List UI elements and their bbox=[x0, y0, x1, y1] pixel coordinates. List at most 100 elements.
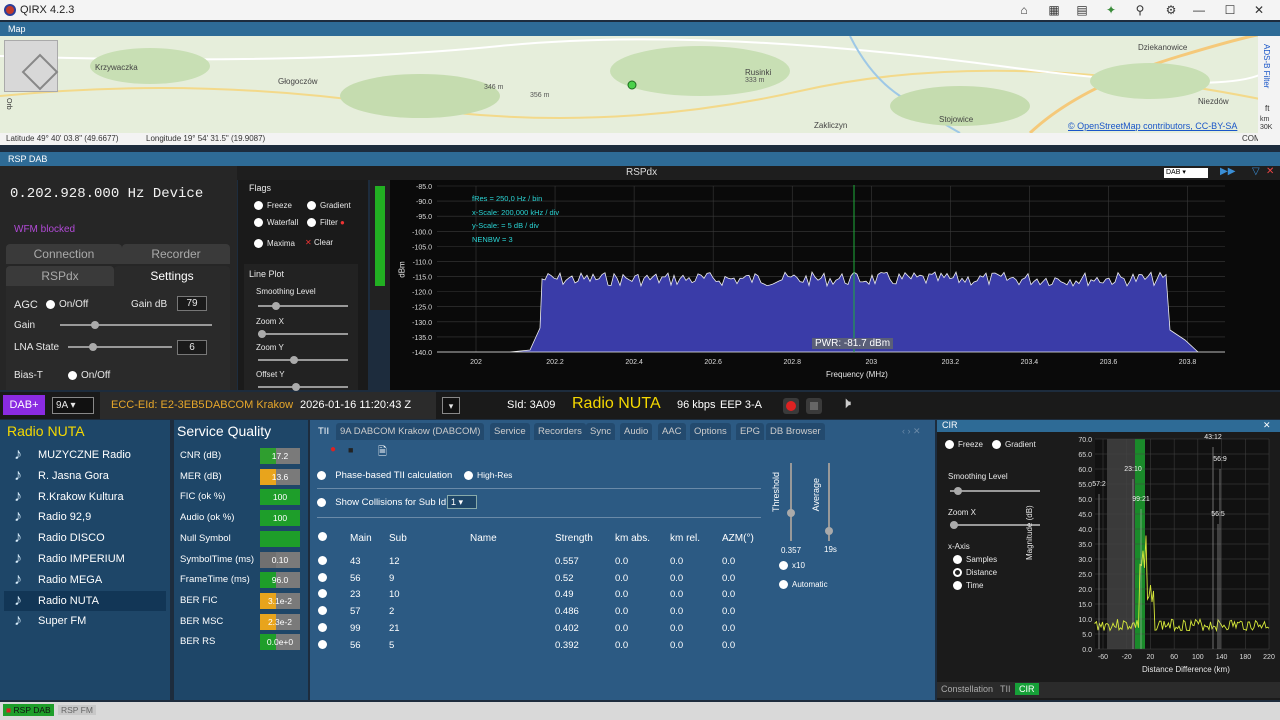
gradient-toggle[interactable]: Gradient bbox=[307, 201, 351, 211]
spectrum-plot[interactable]: -85.0 -90.0 -95.0 -100.0 -105.0 -110.0 -115.0 -… bbox=[390, 180, 1280, 390]
freeze-toggle[interactable]: Freeze bbox=[254, 201, 292, 211]
dab-mode-badge[interactable]: DAB+ bbox=[3, 395, 45, 415]
channel-select[interactable]: 9A ▾ bbox=[52, 397, 94, 414]
tii-tab[interactable]: Sync bbox=[586, 423, 616, 440]
service-list-item[interactable]: ♪ Radio 92,9 bbox=[4, 507, 166, 527]
cir-smoothing-slider[interactable] bbox=[950, 487, 1040, 495]
offsety-slider[interactable] bbox=[258, 383, 348, 391]
tab-settings[interactable]: Settings bbox=[114, 266, 230, 286]
highres-toggle[interactable]: High-Res bbox=[464, 470, 512, 481]
threshold-slider[interactable] bbox=[787, 463, 795, 541]
waterfall-toggle[interactable]: Waterfall bbox=[254, 218, 298, 228]
zoomy-slider[interactable] bbox=[258, 356, 348, 364]
service-list-item[interactable]: ♪ R. Jasna Gora bbox=[4, 466, 166, 486]
tii-tab[interactable]: Audio bbox=[620, 423, 653, 440]
map-view[interactable]: Krzywaczka Głogoczów Rusinki Dziekanowic… bbox=[0, 36, 1270, 133]
biast-toggle[interactable]: On/Off bbox=[68, 370, 110, 381]
close-spectrum-icon[interactable]: ✕ bbox=[1266, 166, 1274, 177]
slider-knob[interactable] bbox=[954, 487, 962, 495]
smoothing-slider[interactable] bbox=[258, 302, 348, 310]
tii-tab[interactable]: Recorders bbox=[534, 423, 586, 440]
service-list-item[interactable]: ♪ Radio NUTA bbox=[4, 590, 166, 611]
tii-column-header[interactable]: Sub bbox=[389, 533, 407, 544]
clear-button[interactable]: ✕ Clear bbox=[305, 238, 333, 247]
map-attribution[interactable]: © OpenStreetMap contributors, CC-BY-SA bbox=[1068, 121, 1237, 131]
cir-close-icon[interactable]: ✕ bbox=[1263, 420, 1271, 431]
zoomx-slider[interactable] bbox=[258, 330, 348, 338]
tii-row-check[interactable] bbox=[318, 572, 327, 582]
service-list-item[interactable]: ♪ Super FM bbox=[4, 611, 166, 631]
adsb-filter-panel[interactable]: ADS-B Filter ft km 30K bbox=[1258, 36, 1280, 145]
tii-tab[interactable]: Service bbox=[490, 423, 530, 440]
gain-slider[interactable] bbox=[60, 321, 212, 329]
tii-column-header[interactable]: Strength bbox=[555, 533, 593, 544]
collisions-toggle[interactable]: Show Collisions for Sub Id bbox=[317, 497, 446, 508]
tab-tii[interactable]: TII bbox=[1000, 684, 1011, 694]
tii-row-check[interactable] bbox=[318, 622, 327, 632]
tii-row-check[interactable] bbox=[318, 556, 327, 565]
service-list-item[interactable]: ♪ Radio MEGA bbox=[4, 570, 166, 590]
lna-input[interactable]: 6 bbox=[177, 340, 207, 355]
tab-rspdx[interactable]: RSPdx bbox=[6, 266, 114, 286]
minimize-icon[interactable]: — bbox=[1190, 2, 1208, 18]
sub-id-select[interactable]: 1 ▾ bbox=[447, 495, 477, 509]
stop-button[interactable] bbox=[806, 398, 822, 414]
grid-icon[interactable]: ▦ bbox=[1045, 2, 1063, 18]
gain-db-input[interactable]: 79 bbox=[177, 296, 207, 311]
agc-toggle[interactable]: On/Off bbox=[46, 299, 88, 310]
slider-knob[interactable] bbox=[825, 527, 833, 535]
antenna-icon[interactable]: ⚲ bbox=[1131, 2, 1149, 18]
tii-row-check[interactable] bbox=[318, 589, 327, 599]
slider-knob[interactable] bbox=[290, 356, 298, 364]
samples-option[interactable]: Samples bbox=[953, 555, 997, 565]
time-option[interactable]: Time bbox=[953, 581, 983, 591]
slider-knob[interactable] bbox=[258, 330, 266, 338]
slider-knob[interactable] bbox=[89, 343, 97, 351]
tii-row-check[interactable] bbox=[318, 639, 327, 649]
tab-nav-arrows[interactable]: ‹ › ✕ bbox=[902, 426, 921, 437]
cir-gradient-toggle[interactable]: Gradient bbox=[992, 440, 1036, 450]
tii-tab[interactable]: TII bbox=[314, 423, 334, 440]
select-all-check[interactable] bbox=[318, 532, 327, 541]
tab-cir[interactable]: CIR bbox=[1015, 683, 1039, 695]
filter-icon[interactable]: ▽ bbox=[1252, 166, 1260, 177]
tab-recorder[interactable]: Recorder bbox=[122, 244, 230, 264]
tii-row-check[interactable] bbox=[318, 606, 327, 616]
dropdown-button[interactable]: ▾ bbox=[442, 397, 460, 414]
tii-column-header[interactable]: km rel. bbox=[670, 533, 700, 544]
document-icon[interactable]: 🗎 bbox=[378, 443, 387, 462]
slider-knob[interactable] bbox=[787, 509, 795, 517]
maxima-toggle[interactable]: Maxima bbox=[254, 239, 295, 249]
tii-tab[interactable]: EPG bbox=[736, 423, 765, 440]
phase-tii-toggle[interactable]: Phase-based TII calculation bbox=[317, 470, 452, 481]
tab-constellation[interactable]: Constellation bbox=[941, 684, 993, 694]
stop-square-icon[interactable]: ■ bbox=[348, 445, 353, 455]
tii-column-header[interactable]: AZM(°) bbox=[722, 533, 754, 544]
slider-knob[interactable] bbox=[272, 302, 280, 310]
map-icon[interactable]: ▤ bbox=[1073, 2, 1091, 18]
tii-column-header[interactable]: Name bbox=[470, 533, 497, 544]
mode-select[interactable]: DAB ▾ bbox=[1164, 168, 1208, 178]
tab-rsp-fm[interactable]: RSP FM bbox=[58, 705, 96, 715]
satellite-icon[interactable]: ✦ bbox=[1102, 2, 1120, 18]
automatic-toggle[interactable]: Automatic bbox=[779, 580, 828, 590]
close-icon[interactable]: ✕ bbox=[1250, 2, 1268, 18]
average-slider[interactable] bbox=[825, 463, 833, 541]
distance-option[interactable]: Distance bbox=[953, 568, 997, 578]
tii-tab[interactable]: DB Browser bbox=[766, 423, 825, 440]
slider-knob[interactable] bbox=[292, 383, 300, 391]
service-list-item[interactable]: ♪ MUZYCZNE Radio bbox=[4, 445, 166, 465]
home-icon[interactable]: ⌂ bbox=[1015, 2, 1033, 18]
slider-knob[interactable] bbox=[950, 521, 958, 529]
pan-arrows-icon[interactable] bbox=[21, 53, 59, 91]
speaker-icon[interactable]: 🕨 bbox=[841, 395, 851, 413]
tii-column-header[interactable]: km abs. bbox=[615, 533, 650, 544]
service-list-item[interactable]: ♪ Radio IMPERIUM bbox=[4, 549, 166, 569]
record-dot-icon[interactable]: ● bbox=[330, 444, 336, 455]
cir-chart[interactable]: 70.0 65.0 60.0 55.0 50.0 45.0 40.0 35.0 30.0 25.0… bbox=[1055, 434, 1275, 686]
map-zoom-control[interactable] bbox=[4, 40, 59, 92]
service-list-item[interactable]: ♪ Radio DISCO bbox=[4, 528, 166, 548]
slider-knob[interactable] bbox=[91, 321, 99, 329]
maximize-icon[interactable]: ☐ bbox=[1221, 2, 1239, 18]
tii-tab[interactable]: AAC bbox=[658, 423, 686, 440]
